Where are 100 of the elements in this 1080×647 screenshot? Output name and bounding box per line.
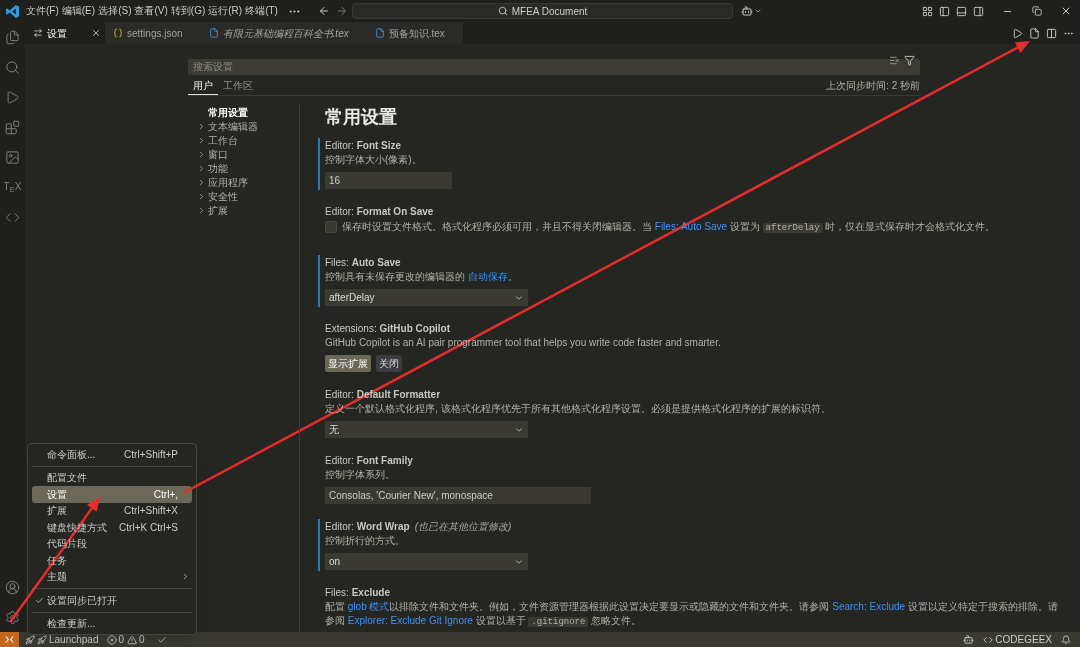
modified-note: (也已在其他位置修改) bbox=[414, 520, 512, 534]
panel-right-icon[interactable] bbox=[973, 5, 984, 17]
toc-item[interactable]: 窗口 bbox=[197, 147, 299, 161]
setting-description: 控制具有未保存更改的编辑器的 自动保存。 bbox=[325, 270, 519, 284]
remote-button[interactable] bbox=[0, 632, 19, 647]
menu-item[interactable]: 扩展 Ctrl+Shift+X bbox=[32, 502, 192, 519]
toc-item[interactable]: 功能 bbox=[197, 161, 299, 175]
setting-description: 配置 glob 模式以排除文件和文件夹。例如，文件资源管理器根据此设置决定要显示或隐藏的文件和文件夹。请参阅 Search: Exclude 设置以定义特定于搜索的排除。请参阅 Explorer: Exclude Git Ignore 设置以基于 .gitignore 忽略文件。 bbox=[325, 600, 1058, 629]
panel-bottom-icon[interactable] bbox=[956, 5, 967, 17]
menu-item[interactable]: 命令面板... Ctrl+Shift+P bbox=[32, 446, 192, 463]
clear-filter-icon[interactable] bbox=[889, 55, 900, 66]
braces-icon bbox=[113, 28, 123, 38]
setting-title: Editor: Font Family bbox=[325, 454, 413, 468]
check-icon bbox=[35, 595, 44, 605]
toc-item[interactable]: 常用设置 bbox=[197, 105, 299, 119]
extension-action-button[interactable]: 显示扩展 bbox=[325, 355, 371, 372]
search-field[interactable]: 搜索设置 bbox=[188, 58, 920, 75]
play-icon[interactable] bbox=[1012, 27, 1023, 39]
number-input[interactable]: 16 bbox=[325, 172, 452, 189]
menu-bar-item[interactable]: 运行(R) bbox=[207, 4, 244, 18]
setting-link[interactable]: Files: Auto Save bbox=[654, 221, 728, 232]
menu-bar-item[interactable]: 文件(F) bbox=[25, 4, 60, 18]
setting-description: 控制字体系列。 bbox=[325, 468, 396, 482]
setting-description: 控制折行的方式。 bbox=[325, 534, 406, 548]
setting-title: Editor: Format On Save bbox=[325, 205, 434, 219]
dropdown[interactable]: afterDelay bbox=[325, 289, 528, 306]
scope-tab[interactable]: 工作区 bbox=[218, 76, 258, 95]
split-editor-icon[interactable] bbox=[1046, 27, 1057, 39]
launchpad-button[interactable]: Launchpad bbox=[23, 632, 101, 647]
menu-item[interactable]: 代码片段 bbox=[32, 535, 192, 552]
arrows-icon bbox=[33, 28, 43, 38]
close-icon[interactable] bbox=[91, 28, 101, 38]
command-center[interactable]: MFEA Document bbox=[352, 3, 733, 19]
toc-item[interactable]: 文本编辑器 bbox=[197, 119, 299, 133]
check-icon[interactable] bbox=[156, 634, 167, 645]
toc-item[interactable]: 扩展 bbox=[197, 203, 299, 217]
menu-bar-item[interactable]: 选择(S) bbox=[97, 4, 133, 18]
sync-status: 上次同步时间: 2 秒前 bbox=[826, 79, 920, 93]
setting-title: Files: Auto Save bbox=[325, 256, 401, 270]
menu-bar-item[interactable]: 查看(V) bbox=[133, 4, 169, 18]
bot-icon bbox=[741, 5, 753, 17]
extension-action-button[interactable]: 关闭 bbox=[376, 355, 402, 372]
settings-icon[interactable] bbox=[5, 609, 20, 625]
search-icon bbox=[497, 6, 508, 16]
editor-tab[interactable]: 有限元基础编程百科全书.tex bbox=[200, 22, 367, 44]
caret-icon bbox=[754, 7, 762, 15]
chat-menu-button[interactable] bbox=[741, 5, 762, 17]
filter-icon[interactable] bbox=[904, 55, 915, 66]
menu-item[interactable]: 设置同步已打开 bbox=[32, 592, 192, 609]
codegeex-button[interactable]: CODEGEEX bbox=[983, 632, 1052, 647]
inline-code: afterDelay bbox=[762, 223, 823, 233]
dropdown[interactable]: on bbox=[325, 553, 528, 570]
search-icon[interactable] bbox=[5, 59, 20, 75]
restore-icon[interactable] bbox=[1031, 6, 1042, 16]
menu-bar-item[interactable]: 转到(G) bbox=[169, 4, 207, 18]
editor-tab[interactable]: 预备知识.tex bbox=[366, 22, 463, 44]
warnings-button[interactable]: 0 bbox=[127, 632, 145, 647]
menu-item[interactable]: 配置文件 bbox=[32, 469, 192, 486]
setting-link[interactable]: glob 模式 bbox=[347, 601, 390, 612]
rocket-icon bbox=[37, 634, 47, 645]
warning-icon bbox=[127, 634, 138, 645]
menu-bar-item[interactable]: 终端(T) bbox=[244, 4, 279, 18]
bot-icon[interactable] bbox=[963, 634, 975, 645]
panel-left-icon[interactable] bbox=[939, 5, 950, 17]
setting-title: Editor: Word Wrap bbox=[325, 520, 410, 534]
bell-icon[interactable] bbox=[1061, 634, 1071, 645]
setting-link[interactable]: Explorer: Exclude Git Ignore bbox=[347, 615, 473, 626]
setting-link[interactable]: 自动保存 bbox=[467, 271, 508, 282]
dropdown[interactable]: 无 bbox=[325, 421, 528, 438]
toc-item[interactable]: 应用程序 bbox=[197, 175, 299, 189]
file-icon bbox=[374, 28, 385, 38]
account-icon[interactable] bbox=[5, 579, 20, 595]
inline-code: .gitignore bbox=[528, 617, 589, 627]
back-arrow-icon[interactable] bbox=[318, 5, 330, 17]
file-icon[interactable] bbox=[1029, 27, 1040, 39]
image-icon[interactable] bbox=[5, 149, 20, 165]
setting-title: Extensions: GitHub Copilot bbox=[325, 322, 451, 336]
toc-item[interactable]: 工作台 bbox=[197, 133, 299, 147]
settings-heading: 常用设置 bbox=[324, 106, 398, 128]
text-input[interactable]: Consolas, 'Courier New', monospace bbox=[325, 487, 591, 504]
code-icon bbox=[983, 634, 994, 645]
editor-tab[interactable]: settings.json bbox=[105, 22, 201, 44]
menu-bar-item[interactable]: 编辑(E) bbox=[60, 4, 97, 18]
blocks-icon[interactable] bbox=[5, 119, 20, 135]
scope-tab[interactable]: 用户 bbox=[188, 76, 218, 95]
errors-button[interactable]: 0 bbox=[106, 632, 125, 647]
app-logo-icon bbox=[6, 4, 19, 18]
file-icon bbox=[208, 28, 219, 38]
menu-item[interactable]: 设置 Ctrl+, bbox=[32, 486, 192, 503]
checkbox[interactable] bbox=[325, 221, 337, 233]
setting-link[interactable]: Search: Exclude bbox=[832, 601, 906, 612]
setting-title: Files: Exclude bbox=[325, 586, 391, 600]
layout-icon[interactable] bbox=[922, 5, 933, 17]
menu-item[interactable]: 检查更新... bbox=[32, 615, 192, 632]
toc-item[interactable]: 安全性 bbox=[197, 189, 299, 203]
remote-icon bbox=[5, 635, 14, 644]
files-icon[interactable] bbox=[5, 29, 20, 45]
tex-logo[interactable]: T$_{E}$X bbox=[3, 181, 22, 193]
play-icon[interactable] bbox=[5, 89, 20, 105]
menu-item[interactable]: 主题 bbox=[32, 568, 192, 585]
